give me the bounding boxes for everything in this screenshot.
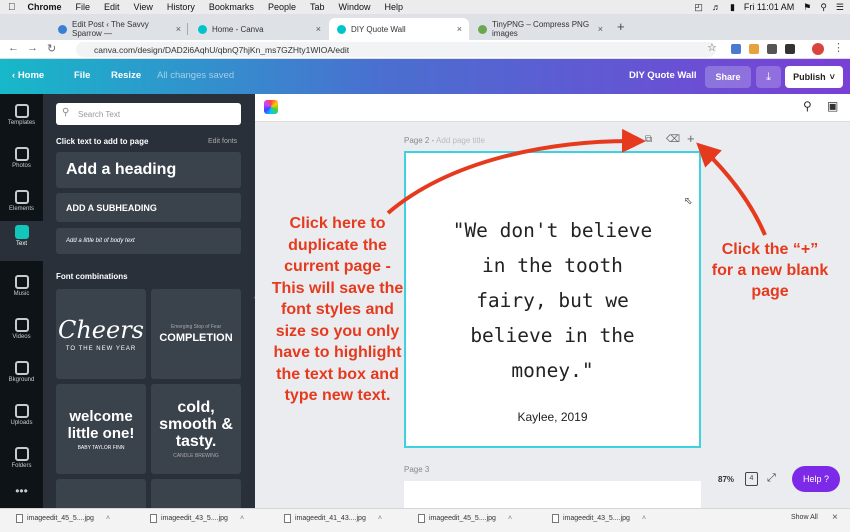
download-item[interactable]: imageedit_43_5....jpg ˄ — [150, 514, 244, 523]
close-icon[interactable]: × — [832, 512, 838, 523]
download-filename: imageedit_43_5....jpg — [563, 515, 630, 522]
show-all-button[interactable]: Show All — [791, 514, 818, 521]
chevron-up-icon[interactable]: ˄ — [240, 515, 244, 522]
file-icon — [552, 514, 559, 523]
download-item[interactable]: imageedit_43_5....jpg ˄ — [552, 514, 646, 523]
file-icon — [418, 514, 425, 523]
download-filename: imageedit_41_43....jpg — [295, 515, 366, 522]
download-item[interactable]: imageedit_45_5....jpg ˄ — [16, 514, 110, 523]
download-item[interactable]: imageedit_41_43....jpg ˄ — [284, 514, 382, 523]
file-icon — [16, 514, 23, 523]
download-item[interactable]: imageedit_45_5....jpg ˄ — [418, 514, 512, 523]
chevron-up-icon[interactable]: ˄ — [642, 515, 646, 522]
arrow-to-duplicate — [386, 128, 646, 215]
download-filename: imageedit_43_5....jpg — [161, 515, 228, 522]
file-icon — [150, 514, 157, 523]
file-icon — [284, 514, 291, 523]
arrow-to-add-page — [696, 142, 767, 236]
download-filename: imageedit_45_5....jpg — [429, 515, 496, 522]
download-filename: imageedit_45_5....jpg — [27, 515, 94, 522]
chevron-up-icon[interactable]: ˄ — [508, 515, 512, 522]
annotation-arrows — [386, 128, 767, 236]
chevron-up-icon[interactable]: ˄ — [378, 515, 382, 522]
chevron-up-icon[interactable]: ˄ — [106, 515, 110, 522]
